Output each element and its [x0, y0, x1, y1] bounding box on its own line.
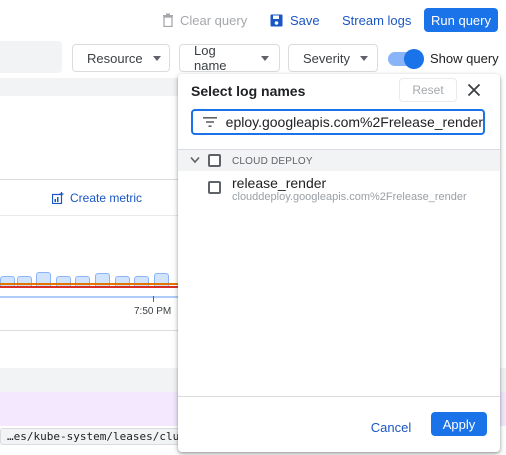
dialog-divider: [178, 396, 500, 397]
log-name-checkbox[interactable]: [208, 181, 221, 194]
apply-label: Apply: [442, 416, 476, 432]
reset-label: Reset: [412, 83, 444, 97]
histogram-tick: [153, 296, 154, 302]
chevron-down-icon[interactable]: [190, 156, 200, 164]
toggle-knob: [404, 49, 424, 69]
histogram-error-line: [0, 286, 180, 288]
show-query-label: Show query: [430, 51, 499, 66]
create-metric-label: Create metric: [70, 191, 143, 205]
top-toolbar: Clear query Save Stream logs Run query: [0, 0, 506, 40]
log-name-filter-chip[interactable]: Log name: [179, 43, 280, 73]
group-checkbox[interactable]: [208, 154, 221, 167]
severity-chip-label: Severity: [303, 50, 350, 66]
log-name-filter-field[interactable]: [191, 109, 485, 135]
run-query-label: Run query: [431, 12, 491, 28]
trash-icon: [163, 13, 173, 27]
filter-row: Resource Log name Severity Show query: [0, 40, 506, 76]
show-query-toggle[interactable]: [386, 49, 424, 69]
clear-query-button[interactable]: Clear query: [162, 8, 247, 32]
query-search-field[interactable]: [0, 41, 62, 73]
resource-chip-label: Resource: [87, 50, 143, 66]
severity-filter-chip[interactable]: Severity: [288, 44, 378, 72]
select-log-names-dialog: Select log names Reset CLOUD DEPLOY rele…: [178, 74, 500, 452]
histogram-time-label: 7:50 PM: [134, 306, 172, 317]
caret-down-icon: [261, 55, 269, 61]
stream-logs-label: Stream logs: [342, 12, 412, 28]
cancel-button[interactable]: Cancel: [365, 415, 417, 439]
create-metric-button[interactable]: Create metric: [52, 191, 142, 205]
dialog-title: Select log names: [191, 83, 306, 99]
resource-filter-chip[interactable]: Resource: [72, 44, 170, 72]
log-group-label: CLOUD DEPLOY: [232, 156, 313, 167]
query-editor-band: [0, 78, 180, 96]
save-label: Save: [290, 12, 320, 28]
log-name-title: release_render: [232, 175, 327, 191]
close-icon[interactable]: [464, 80, 484, 100]
cancel-label: Cancel: [370, 419, 412, 435]
apply-button[interactable]: Apply: [431, 412, 487, 436]
caret-down-icon: [152, 55, 161, 61]
reset-button[interactable]: Reset: [399, 78, 457, 102]
log-name-full-id: clouddeploy.googleapis.com%2Frelease_ren…: [232, 191, 467, 203]
log-group-cloud-deploy[interactable]: CLOUD DEPLOY: [178, 149, 500, 171]
query-editor-area: [0, 96, 180, 180]
caret-down-icon: [359, 55, 368, 61]
stream-logs-button[interactable]: Stream logs: [342, 8, 411, 32]
list-item[interactable]: release_render clouddeploy.googleapis.co…: [178, 173, 500, 207]
create-metric-icon: [52, 192, 64, 204]
save-button[interactable]: Save: [270, 8, 320, 32]
filter-icon: [203, 117, 217, 127]
divider: [0, 330, 180, 331]
log-path-chip[interactable]: …es/kube-system/leases/clu: [0, 428, 187, 445]
clear-query-label: Clear query: [180, 12, 248, 28]
histogram-warning-line: [0, 283, 180, 285]
save-icon: [270, 14, 283, 26]
log-name-chip-label: Log name: [194, 43, 227, 73]
log-name-filter-input[interactable]: [225, 111, 483, 133]
run-query-button[interactable]: Run query: [424, 8, 498, 32]
